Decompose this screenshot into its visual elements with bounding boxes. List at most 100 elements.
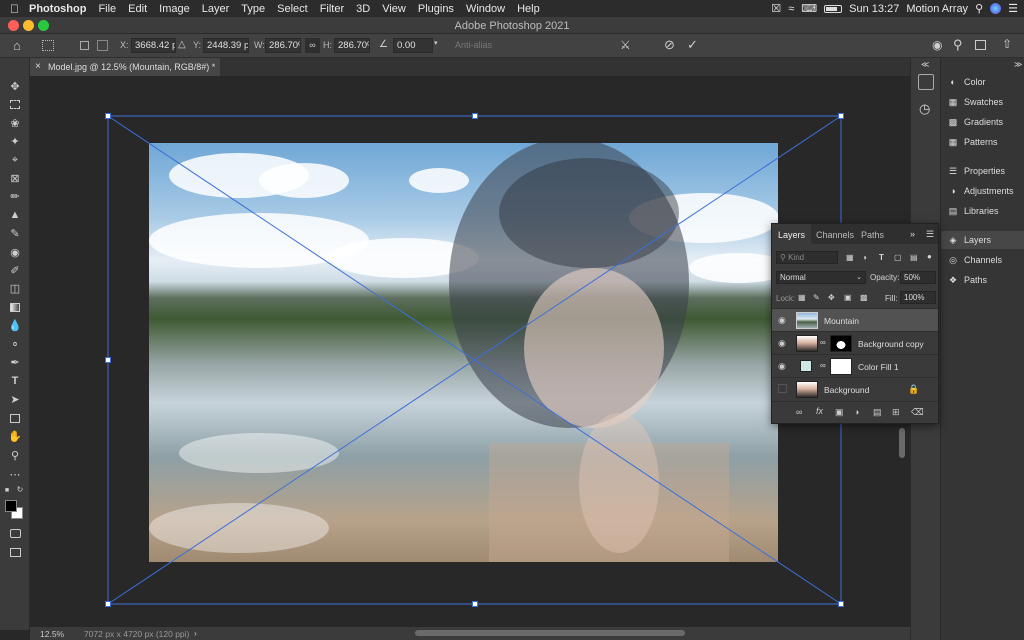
blend-mode-select[interactable]: Normal ⌄: [776, 271, 866, 284]
workspace-icon[interactable]: [975, 40, 986, 50]
menu-layer[interactable]: Layer: [196, 3, 236, 15]
layer-style-icon[interactable]: fx: [816, 406, 823, 416]
add-mask-icon[interactable]: ▣: [835, 407, 844, 418]
foreground-color-swatch[interactable]: [5, 500, 17, 512]
tab-layers[interactable]: Layers: [772, 224, 812, 244]
apple-icon[interactable]: : [0, 2, 25, 16]
filter-pixel-icon[interactable]: ▦: [846, 253, 854, 262]
close-tab-icon[interactable]: ×: [35, 61, 41, 72]
panel-color[interactable]: ◐ Color: [941, 73, 1024, 91]
crop-tool-icon[interactable]: ⌖: [5, 152, 25, 168]
document-tab[interactable]: × Model.jpg @ 12.5% (Mountain, RGB/8#) *: [30, 58, 220, 76]
reference-point-checkbox[interactable]: [80, 41, 89, 50]
cancel-transform-icon[interactable]: ⊘: [664, 37, 675, 53]
panel-properties[interactable]: ☰ Properties: [941, 162, 1024, 180]
x-position-field[interactable]: 3668.42 px: [131, 38, 176, 53]
zoom-tool-icon[interactable]: ⚲: [5, 447, 25, 463]
collapse-panels-icon[interactable]: ≪: [921, 60, 929, 69]
panel-collapse-icon[interactable]: »: [910, 229, 915, 239]
gradient-tool-icon[interactable]: [5, 299, 25, 315]
wifi-icon[interactable]: ≈: [788, 3, 794, 15]
panel-gradients[interactable]: ▩ Gradients: [941, 113, 1024, 131]
y-position-field[interactable]: 2448.39 px: [203, 38, 249, 53]
tab-paths[interactable]: Paths: [855, 224, 890, 244]
clone-stamp-tool-icon[interactable]: ◉: [5, 244, 25, 260]
rotate-angle-field[interactable]: 0.00: [393, 38, 433, 53]
dodge-tool-icon[interactable]: ⚬: [5, 336, 25, 352]
layer-lock-icon[interactable]: 🔒: [908, 384, 919, 395]
swap-colors-icon[interactable]: ↻: [15, 484, 25, 494]
transform-handle-top-right[interactable]: [838, 113, 844, 119]
horizontal-scrollbar[interactable]: [415, 630, 685, 636]
lock-pixels-icon[interactable]: ✎: [813, 293, 820, 302]
transform-handle-top-left[interactable]: [105, 113, 111, 119]
spotlight-search-icon[interactable]: ⚲: [975, 2, 983, 15]
filter-toggle-icon[interactable]: ●: [927, 252, 932, 261]
delete-layer-icon[interactable]: ⌫: [911, 407, 924, 418]
menu-type[interactable]: Type: [235, 3, 271, 15]
panel-channels[interactable]: ◎ Channels: [941, 251, 1024, 269]
height-field[interactable]: 286.70%: [334, 38, 370, 53]
healing-brush-tool-icon[interactable]: ▲: [5, 207, 25, 223]
angle-dropdown-icon[interactable]: ▾: [434, 39, 438, 47]
fill-field[interactable]: 100%: [900, 291, 936, 304]
tab-channels[interactable]: Channels: [810, 224, 860, 244]
properties-panel-icon[interactable]: [918, 74, 934, 90]
mask-link-icon[interactable]: ∞: [820, 361, 826, 370]
warp-icon[interactable]: ⚔: [620, 38, 631, 52]
rectangle-tool-icon[interactable]: [5, 410, 25, 426]
filter-kind-select[interactable]: ⚲ Kind: [776, 251, 838, 264]
reference-point-icon[interactable]: [42, 40, 54, 51]
eraser-tool-icon[interactable]: ◫: [5, 280, 25, 296]
quick-mask-icon[interactable]: [5, 525, 25, 541]
transform-handle-top[interactable]: [472, 113, 478, 119]
transform-handle-bottom-right[interactable]: [838, 601, 844, 607]
antialias-label[interactable]: Anti-alias: [455, 40, 492, 50]
home-icon[interactable]: ⌂: [13, 38, 21, 53]
filter-adjustment-icon[interactable]: ◑: [862, 253, 867, 262]
visibility-eye-icon[interactable]: ◉: [778, 361, 786, 372]
panel-layers[interactable]: ◈ Layers: [941, 231, 1024, 249]
menu-clock[interactable]: Sun 13:27: [849, 3, 899, 15]
menu-image[interactable]: Image: [153, 3, 196, 15]
share-icon[interactable]: ⇧: [1002, 37, 1012, 51]
keyboard-icon[interactable]: ⌨: [801, 2, 817, 15]
filter-shape-icon[interactable]: ▢: [894, 253, 902, 262]
commit-transform-icon[interactable]: ✓: [687, 37, 698, 53]
new-adjustment-icon[interactable]: ◑: [854, 407, 859, 417]
new-group-icon[interactable]: ▤: [873, 407, 882, 418]
transform-handle-left[interactable]: [105, 357, 111, 363]
marquee-tool-icon[interactable]: [5, 96, 25, 112]
layer-row-mountain[interactable]: ◉ Mountain: [772, 308, 938, 331]
lock-transparent-icon[interactable]: ▦: [798, 293, 806, 302]
menu-3d[interactable]: 3D: [350, 3, 376, 15]
lock-artboard-icon[interactable]: ▣: [844, 293, 852, 302]
visibility-eye-icon[interactable]: ◉: [778, 338, 786, 349]
document-canvas[interactable]: [149, 143, 778, 562]
opacity-field[interactable]: 50%: [900, 271, 936, 284]
history-brush-tool-icon[interactable]: ✐: [5, 262, 25, 278]
lock-all-icon[interactable]: ▩: [860, 293, 868, 302]
new-layer-icon[interactable]: ⊞: [892, 407, 900, 418]
search-icon[interactable]: ⚲: [953, 37, 963, 53]
relative-position-icon[interactable]: △: [178, 39, 186, 50]
lock-position-icon[interactable]: ✥: [828, 293, 835, 302]
pen-tool-icon[interactable]: ✒: [5, 354, 25, 370]
menu-file[interactable]: File: [92, 3, 122, 15]
vertical-scrollbar[interactable]: [899, 428, 905, 458]
menu-select[interactable]: Select: [271, 3, 314, 15]
link-layers-icon[interactable]: ∞: [796, 407, 802, 417]
control-center-icon[interactable]: ☰: [1008, 2, 1018, 15]
transform-handle-bottom[interactable]: [472, 601, 478, 607]
menu-view[interactable]: View: [376, 3, 412, 15]
panel-libraries[interactable]: ▤ Libraries: [941, 202, 1024, 220]
app-menu[interactable]: Photoshop: [25, 3, 92, 15]
screen-mode-icon[interactable]: [5, 544, 25, 560]
eyedropper-tool-icon[interactable]: ✏: [5, 188, 25, 204]
siri-icon[interactable]: [990, 3, 1002, 14]
menu-edit[interactable]: Edit: [122, 3, 153, 15]
width-field[interactable]: 286.70%: [265, 38, 301, 53]
path-selection-tool-icon[interactable]: ➤: [5, 391, 25, 407]
transform-handle-bottom-left[interactable]: [105, 601, 111, 607]
link-proportions-icon[interactable]: ∞: [305, 38, 320, 53]
